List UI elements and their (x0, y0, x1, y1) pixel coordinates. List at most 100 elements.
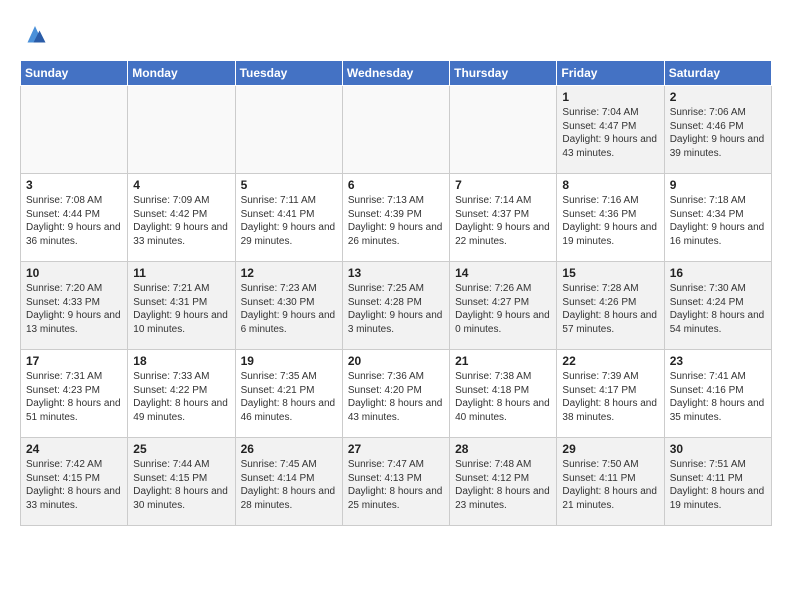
day-number: 14 (455, 266, 551, 280)
page: SundayMondayTuesdayWednesdayThursdayFrid… (0, 0, 792, 536)
calendar-cell: 18Sunrise: 7:33 AM Sunset: 4:22 PM Dayli… (128, 350, 235, 438)
day-number: 12 (241, 266, 337, 280)
calendar-cell (342, 86, 449, 174)
day-info: Sunrise: 7:39 AM Sunset: 4:17 PM Dayligh… (562, 370, 658, 424)
day-info: Sunrise: 7:41 AM Sunset: 4:16 PM Dayligh… (670, 370, 766, 424)
calendar-cell: 8 Sunrise: 7:16 AM Sunset: 4:36 PM Daylig… (557, 174, 664, 262)
calendar-cell: 12 Sunrise: 7:23 AM Sunset: 4:30 PM Dayli… (235, 262, 342, 350)
calendar-cell: 24 Sunrise: 7:42 AM Sunset: 4:15 PM Dayli… (21, 438, 128, 526)
calendar-cell: 22 Sunrise: 7:39 AM Sunset: 4:17 PM Dayli… (557, 350, 664, 438)
day-info: Sunrise: 7:20 AM Sunset: 4:33 PM Dayligh… (26, 282, 122, 336)
calendar-cell: 2 Sunrise: 7:06 AM Sunset: 4:46 PM Daylig… (664, 86, 771, 174)
calendar-cell: 4 Sunrise: 7:09 AM Sunset: 4:42 PM Daylig… (128, 174, 235, 262)
day-info: Sunrise: 7:26 AM Sunset: 4:27 PM Dayligh… (455, 282, 551, 336)
calendar-cell: 26 Sunrise: 7:45 AM Sunset: 4:14 PM Dayli… (235, 438, 342, 526)
logo-icon (20, 20, 50, 50)
day-info: Sunrise: 7:13 AM Sunset: 4:39 PM Dayligh… (348, 194, 444, 248)
calendar-cell: 27Sunrise: 7:47 AM Sunset: 4:13 PM Dayli… (342, 438, 449, 526)
calendar-cell: 10 Sunrise: 7:20 AM Sunset: 4:33 PM Dayli… (21, 262, 128, 350)
day-info: Sunrise: 7:44 AM Sunset: 4:15 PM Dayligh… (133, 458, 229, 512)
calendar-cell: 29 Sunrise: 7:50 AM Sunset: 4:11 PM Dayli… (557, 438, 664, 526)
day-info: Sunrise: 7:50 AM Sunset: 4:11 PM Dayligh… (562, 458, 658, 512)
day-number: 28 (455, 442, 551, 456)
day-info: Sunrise: 7:31 AM Sunset: 4:23 PM Dayligh… (26, 370, 122, 424)
calendar-cell: 3 Sunrise: 7:08 AM Sunset: 4:44 PM Daylig… (21, 174, 128, 262)
day-number: 24 (26, 442, 122, 456)
day-number: 21 (455, 354, 551, 368)
day-number: 22 (562, 354, 658, 368)
calendar-cell: 20 Sunrise: 7:36 AM Sunset: 4:20 PM Dayli… (342, 350, 449, 438)
day-info: Sunrise: 7:21 AM Sunset: 4:31 PM Dayligh… (133, 282, 229, 336)
calendar-cell: 23 Sunrise: 7:41 AM Sunset: 4:16 PM Dayli… (664, 350, 771, 438)
weekday-header-wednesday: Wednesday (342, 61, 449, 86)
calendar-table: SundayMondayTuesdayWednesdayThursdayFrid… (20, 60, 772, 526)
day-info: Sunrise: 7:28 AM Sunset: 4:26 PM Dayligh… (562, 282, 658, 336)
calendar-week-1: 1 Sunrise: 7:04 AM Sunset: 4:47 PM Daylig… (21, 86, 772, 174)
day-number: 2 (670, 90, 766, 104)
calendar-cell: 11 Sunrise: 7:21 AM Sunset: 4:31 PM Dayli… (128, 262, 235, 350)
day-number: 15 (562, 266, 658, 280)
calendar-week-2: 3 Sunrise: 7:08 AM Sunset: 4:44 PM Daylig… (21, 174, 772, 262)
day-info: Sunrise: 7:06 AM Sunset: 4:46 PM Dayligh… (670, 106, 766, 160)
day-info: Sunrise: 7:45 AM Sunset: 4:14 PM Dayligh… (241, 458, 337, 512)
day-info: Sunrise: 7:42 AM Sunset: 4:15 PM Dayligh… (26, 458, 122, 512)
day-info: Sunrise: 7:04 AM Sunset: 4:47 PM Dayligh… (562, 106, 658, 160)
weekday-header-tuesday: Tuesday (235, 61, 342, 86)
day-info: Sunrise: 7:48 AM Sunset: 4:12 PM Dayligh… (455, 458, 551, 512)
calendar-cell: 1 Sunrise: 7:04 AM Sunset: 4:47 PM Daylig… (557, 86, 664, 174)
calendar-cell: 19 Sunrise: 7:35 AM Sunset: 4:21 PM Dayli… (235, 350, 342, 438)
day-number: 20 (348, 354, 444, 368)
day-number: 3 (26, 178, 122, 192)
calendar-cell: 5 Sunrise: 7:11 AM Sunset: 4:41 PM Daylig… (235, 174, 342, 262)
calendar-cell: 16 Sunrise: 7:30 AM Sunset: 4:24 PM Dayli… (664, 262, 771, 350)
day-number: 17 (26, 354, 122, 368)
calendar-cell: 21 Sunrise: 7:38 AM Sunset: 4:18 PM Dayli… (450, 350, 557, 438)
day-info: Sunrise: 7:14 AM Sunset: 4:37 PM Dayligh… (455, 194, 551, 248)
calendar-cell (450, 86, 557, 174)
calendar-cell: 6 Sunrise: 7:13 AM Sunset: 4:39 PM Daylig… (342, 174, 449, 262)
day-number: 30 (670, 442, 766, 456)
calendar-cell: 13Sunrise: 7:25 AM Sunset: 4:28 PM Dayli… (342, 262, 449, 350)
day-number: 10 (26, 266, 122, 280)
weekday-header-monday: Monday (128, 61, 235, 86)
day-number: 8 (562, 178, 658, 192)
weekday-header-thursday: Thursday (450, 61, 557, 86)
calendar-cell: 9Sunrise: 7:18 AM Sunset: 4:34 PM Daylig… (664, 174, 771, 262)
calendar-cell (21, 86, 128, 174)
calendar-cell: 17 Sunrise: 7:31 AM Sunset: 4:23 PM Dayli… (21, 350, 128, 438)
calendar-cell: 28 Sunrise: 7:48 AM Sunset: 4:12 PM Dayli… (450, 438, 557, 526)
day-number: 26 (241, 442, 337, 456)
day-number: 23 (670, 354, 766, 368)
weekday-header-row: SundayMondayTuesdayWednesdayThursdayFrid… (21, 61, 772, 86)
day-number: 6 (348, 178, 444, 192)
day-number: 1 (562, 90, 658, 104)
day-number: 16 (670, 266, 766, 280)
calendar-week-5: 24 Sunrise: 7:42 AM Sunset: 4:15 PM Dayli… (21, 438, 772, 526)
day-number: 29 (562, 442, 658, 456)
day-number: 18 (133, 354, 229, 368)
day-info: Sunrise: 7:36 AM Sunset: 4:20 PM Dayligh… (348, 370, 444, 424)
day-number: 11 (133, 266, 229, 280)
day-number: 19 (241, 354, 337, 368)
day-number: 27 (348, 442, 444, 456)
weekday-header-sunday: Sunday (21, 61, 128, 86)
calendar-cell (235, 86, 342, 174)
calendar-cell: 7Sunrise: 7:14 AM Sunset: 4:37 PM Daylig… (450, 174, 557, 262)
calendar-cell: 25 Sunrise: 7:44 AM Sunset: 4:15 PM Dayli… (128, 438, 235, 526)
day-info: Sunrise: 7:35 AM Sunset: 4:21 PM Dayligh… (241, 370, 337, 424)
day-info: Sunrise: 7:38 AM Sunset: 4:18 PM Dayligh… (455, 370, 551, 424)
calendar-cell (128, 86, 235, 174)
day-info: Sunrise: 7:16 AM Sunset: 4:36 PM Dayligh… (562, 194, 658, 248)
day-number: 13 (348, 266, 444, 280)
day-info: Sunrise: 7:09 AM Sunset: 4:42 PM Dayligh… (133, 194, 229, 248)
day-number: 5 (241, 178, 337, 192)
day-number: 25 (133, 442, 229, 456)
calendar-week-4: 17 Sunrise: 7:31 AM Sunset: 4:23 PM Dayli… (21, 350, 772, 438)
day-info: Sunrise: 7:11 AM Sunset: 4:41 PM Dayligh… (241, 194, 337, 248)
day-info: Sunrise: 7:23 AM Sunset: 4:30 PM Dayligh… (241, 282, 337, 336)
weekday-header-saturday: Saturday (664, 61, 771, 86)
calendar-week-3: 10 Sunrise: 7:20 AM Sunset: 4:33 PM Dayli… (21, 262, 772, 350)
day-number: 4 (133, 178, 229, 192)
day-info: Sunrise: 7:30 AM Sunset: 4:24 PM Dayligh… (670, 282, 766, 336)
day-info: Sunrise: 7:08 AM Sunset: 4:44 PM Dayligh… (26, 194, 122, 248)
